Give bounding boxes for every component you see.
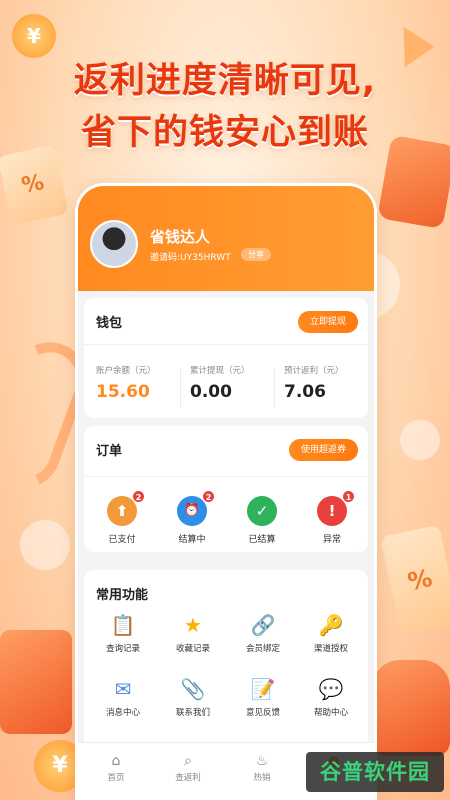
order-status-abnormal[interactable]: ! 1 异常 [302,490,362,545]
func-label: 收藏记录 [175,644,210,654]
func-label: 意见反馈 [245,708,280,718]
watermark: 谷普软件园 [306,752,444,792]
coupon-icon: % [380,524,450,636]
func-feedback[interactable]: 📝 意见反馈 [230,676,296,718]
search-icon: ⌕ [184,753,192,769]
star-icon: ★ [184,613,202,637]
wallet-title: 钱包 [96,316,123,331]
func-channel-auth[interactable]: 🔑 渠道授权 [298,612,364,654]
pouch-icon [372,660,450,756]
order-status-paid[interactable]: ⬆ 2 已支付 [92,490,152,545]
nickname: 省钱达人 [150,228,211,246]
profile-header: 省钱达人 邀请码:UY35HRWT 分享 [78,186,374,291]
clock-icon: ⏰ 2 [177,490,215,526]
order-label: 已支付 [108,535,136,545]
chat-icon: 💬 [318,677,344,701]
memo-icon: 📝 [250,677,276,701]
divider [84,476,368,477]
home-icon: ⌂ [111,753,121,769]
divider [180,368,181,408]
func-label: 会员绑定 [245,644,280,654]
order-status-settled[interactable]: ✓ 已结算 [232,496,292,545]
orders-card: 订单 使用超返券 ⬆ 2 已支付 ⏰ 2 结算中 ✓ 已结算 ! 1 异常 [84,426,368,552]
order-label: 结算中 [178,535,206,545]
functions-card: 常用功能 📋 查询记录 ★ 收藏记录 🔗 会员绑定 🔑 渠道授权 ✉ 消息中心 … [84,570,368,750]
count-badge: 1 [342,490,355,503]
divider [274,368,275,408]
gift-box-icon [0,630,72,734]
coupon-icon: % [0,144,69,226]
count-badge: 2 [132,490,145,503]
paperclip-icon: 📎 [180,677,206,701]
link-icon: 🔗 [250,613,276,637]
tab-label: 查返利 [175,773,201,783]
avatar[interactable] [90,220,138,268]
func-label: 查询记录 [105,644,140,654]
wallet-card: 钱包 立即提现 账户余额（元） 15.60 累计提现（元） 0.00 预计返利（… [84,298,368,418]
withdraw-button[interactable]: 立即提现 [297,311,358,333]
clipboard-icon: 📋 [110,613,136,637]
divider [84,344,368,345]
tab-check-rebate[interactable]: ⌕ 查返利 [158,753,218,783]
func-help-center[interactable]: 💬 帮助中心 [298,676,364,718]
stat-balance[interactable]: 账户余额（元） 15.60 [96,364,188,402]
tab-home[interactable]: ⌂ 首页 [86,753,146,783]
share-button[interactable]: 分享 [241,248,271,261]
func-query-records[interactable]: 📋 查询记录 [90,612,156,654]
stat-expected-rebate[interactable]: 预计返利（元） 7.06 [284,364,374,402]
stat-value: 7.06 [284,382,326,402]
headline-line-1: 返利进度清晰可见, [73,61,377,101]
stat-label: 预计返利（元） [284,366,344,376]
invite-code: 邀请码:UY35HRWT [150,253,231,263]
order-status-settling[interactable]: ⏰ 2 结算中 [162,490,222,545]
flame-icon: ♨ [255,753,269,769]
orders-title: 订单 [96,444,123,459]
stat-value: 0.00 [190,382,232,402]
tab-label: 首页 [107,773,125,783]
mail-icon: ✉ [114,677,132,701]
upload-icon: ⬆ 2 [107,490,145,526]
func-label: 消息中心 [105,708,140,718]
check-icon: ✓ [247,496,277,526]
tab-label: 热销 [253,773,271,783]
stat-withdrawn[interactable]: 累计提现（元） 0.00 [190,364,282,402]
functions-title: 常用功能 [96,588,149,603]
func-message-center[interactable]: ✉ 消息中心 [90,676,156,718]
order-label: 已结算 [248,535,276,545]
stat-label: 累计提现（元） [190,366,250,376]
count-badge: 2 [202,490,215,503]
func-member-binding[interactable]: 🔗 会员绑定 [230,612,296,654]
tab-hot-sales[interactable]: ♨ 热销 [232,753,292,783]
key-icon: 🔑 [318,613,344,637]
func-favorites[interactable]: ★ 收藏记录 [160,612,226,654]
func-label: 渠道授权 [313,644,348,654]
use-coupon-button[interactable]: 使用超返券 [288,439,358,461]
headline-line-2: 省下的钱安心到账 [80,113,369,153]
func-label: 帮助中心 [313,708,348,718]
phone-mockup: 省钱达人 邀请码:UY35HRWT 分享 钱包 立即提现 账户余额（元） 15.… [78,186,374,800]
func-contact-us[interactable]: 📎 联系我们 [160,676,226,718]
stat-label: 账户余额（元） [96,366,156,376]
order-label: 异常 [322,535,341,545]
alert-icon: ! 1 [317,490,355,526]
stat-value: 15.60 [96,382,150,402]
bokeh-light [400,420,440,460]
bokeh-light [20,520,70,570]
func-label: 联系我们 [175,708,210,718]
